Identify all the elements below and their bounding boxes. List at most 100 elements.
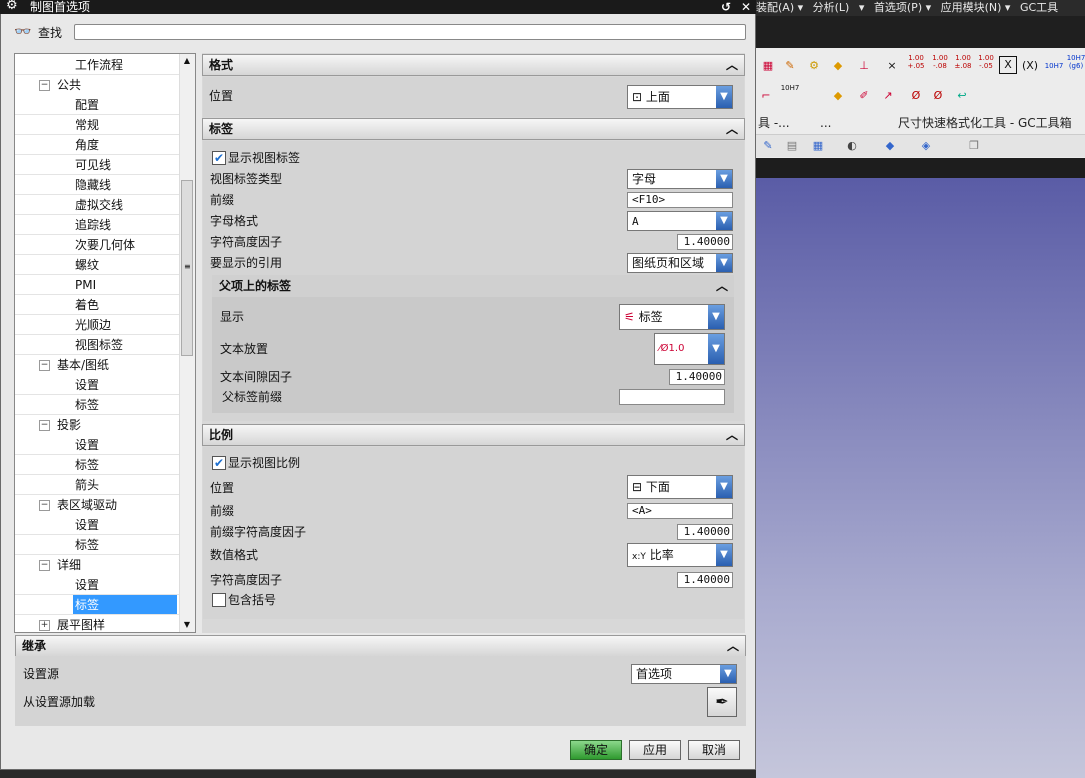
chevron-down-icon[interactable]: ▼ [708, 305, 724, 329]
shade-icon[interactable]: ◐ [842, 136, 862, 156]
chevron-down-icon[interactable]: ▼ [720, 665, 736, 683]
edit-table-icon[interactable]: ✎ [780, 56, 800, 76]
tree-scrollbar[interactable]: ▲ ≡ ▼ [179, 54, 195, 632]
tree-item[interactable]: 追踪线 [73, 215, 113, 235]
settings-source-dropdown[interactable]: 首选项 ▼ [631, 664, 737, 684]
copy-icon[interactable]: ❐ [964, 136, 984, 156]
tree-item[interactable]: 次要几何体 [73, 235, 137, 255]
label-type-dropdown[interactable]: 字母 ▼ [627, 169, 733, 189]
tree-item[interactable]: − 公共 [39, 75, 83, 95]
collapse-tree-icon[interactable]: − [39, 560, 50, 571]
format-3-icon[interactable]: 1.00 ±.08 [953, 54, 973, 74]
paren-x-icon[interactable]: (X) [1020, 56, 1040, 76]
fit-3-icon[interactable]: 10H7 [780, 84, 800, 104]
tree-item[interactable]: − 投影 [39, 415, 83, 435]
table-icon[interactable]: ▦ [758, 56, 778, 76]
tree-item[interactable]: 标签 [73, 595, 177, 615]
menu-preferences[interactable]: 首选项(P) ▾ [874, 1, 931, 14]
scale-char-height-input[interactable]: 1.40000 [677, 572, 733, 588]
tree-item[interactable]: − 详细 [39, 555, 83, 575]
tree-item[interactable]: 着色 [73, 295, 101, 315]
datum-icon[interactable]: ⊥ [854, 56, 874, 76]
chevron-down-icon[interactable]: ▼ [716, 544, 732, 566]
parts-icon[interactable]: ◆ [828, 56, 848, 76]
tree-item[interactable]: 标签 [73, 395, 101, 415]
tree-item[interactable]: 工作流程 [73, 55, 125, 75]
pencil-icon[interactable]: ✐ [854, 86, 874, 106]
cancel-button[interactable]: 取消 [688, 740, 740, 760]
format-2-icon[interactable]: 1.00 -.08 [930, 54, 950, 74]
layer-icon[interactable]: ▤ [782, 136, 802, 156]
collapse-tree-icon[interactable]: − [39, 500, 50, 511]
include-brackets-checkbox[interactable] [212, 593, 226, 607]
tree-item[interactable]: − 基本/图纸 [39, 355, 111, 375]
display-dropdown[interactable]: ⚟ 标签 ▼ [619, 304, 725, 330]
tool-icon[interactable]: ⌐ [756, 86, 776, 106]
prefix-input[interactable]: <F10> [627, 192, 733, 208]
fit-1-icon[interactable]: 10H7 [1044, 56, 1064, 76]
grid-icon[interactable]: ▦ [808, 136, 828, 156]
collapse-tree-icon[interactable]: − [39, 360, 50, 371]
tree-item[interactable]: 标签 [73, 535, 101, 555]
close-icon[interactable]: ✕ [738, 0, 754, 14]
search-input[interactable] [74, 24, 746, 40]
scale-section-header[interactable]: 比例 ︿ [202, 424, 745, 446]
group-icon[interactable]: ⚙ [804, 56, 824, 76]
char-height-input[interactable]: 1.40000 [677, 234, 733, 250]
label-section-header[interactable]: 标签 ︿ [202, 118, 745, 140]
diameter-strike-icon[interactable]: Ø [928, 86, 948, 106]
collapse-tree-icon[interactable]: − [39, 80, 50, 91]
letter-format-dropdown[interactable]: A ▼ [627, 211, 733, 231]
tree-item[interactable]: 螺纹 [73, 255, 101, 275]
collapse-icon[interactable]: ︿ [726, 119, 738, 139]
tree-item[interactable]: 标签 [73, 455, 101, 475]
collapse-tree-icon[interactable]: − [39, 420, 50, 431]
tree-item[interactable]: 光顺边 [73, 315, 113, 335]
inherit-section-header[interactable]: 继承 ︿ [15, 635, 746, 657]
tree-item[interactable]: 设置 [73, 435, 101, 455]
show-view-label-checkbox[interactable]: ✔ [212, 151, 226, 165]
text-placement-dropdown[interactable]: ⁄Ø1.0 ▼ [654, 333, 725, 365]
parent-prefix-input[interactable] [619, 389, 725, 405]
chevron-down-icon[interactable]: ▼ [716, 476, 732, 498]
fit-2-icon[interactable]: 10H7 (g6) [1066, 54, 1085, 74]
parent-label-header[interactable]: 父项上的标签 ︿ [212, 275, 734, 297]
format-position-dropdown[interactable]: ⊡ 上面 ▼ [627, 85, 733, 109]
menu-application[interactable]: 应用模块(N) ▾ [941, 1, 1011, 14]
collapse-icon[interactable]: ︿ [726, 55, 738, 75]
expand-icon[interactable]: + [39, 620, 50, 631]
tree-item[interactable]: 常规 [73, 115, 101, 135]
apply-button[interactable]: 应用 [629, 740, 681, 760]
prefix-height-input[interactable]: 1.40000 [677, 524, 733, 540]
menu-dropdown[interactable]: ▾ [859, 1, 865, 14]
load-from-source-button[interactable]: ✒ [707, 687, 737, 717]
scale-prefix-input[interactable]: <A> [627, 503, 733, 519]
view-icon[interactable]: ◈ [916, 136, 936, 156]
tree-item[interactable]: 设置 [73, 575, 101, 595]
collapse-icon[interactable]: ︿ [716, 275, 728, 297]
tree-item[interactable]: 可见线 [73, 155, 113, 175]
collapse-icon[interactable]: ︿ [727, 636, 739, 656]
scale-position-dropdown[interactable]: ⊟ 下面 ▼ [627, 475, 733, 499]
tree-item[interactable]: 配置 [73, 95, 101, 115]
tree-item[interactable]: PMI [73, 275, 98, 295]
tree-item[interactable]: 视图标签 [73, 335, 125, 355]
menu-analysis[interactable]: 分析(L) [813, 1, 850, 14]
cube-icon[interactable]: ◆ [880, 136, 900, 156]
num-format-dropdown[interactable]: x:Y 比率 ▼ [627, 543, 733, 567]
graphics-viewport[interactable] [756, 178, 1085, 778]
tree-item[interactable]: 设置 [73, 515, 101, 535]
show-view-scale-checkbox[interactable]: ✔ [212, 456, 226, 470]
scroll-down-icon[interactable]: ▼ [180, 618, 194, 632]
chevron-down-icon[interactable]: ▼ [716, 170, 732, 188]
menu-gc-tools[interactable]: GC工具 [1020, 1, 1058, 14]
boxed-x-icon[interactable]: X [999, 56, 1017, 74]
ref-dropdown[interactable]: 图纸页和区域 ▼ [627, 253, 733, 273]
chevron-down-icon[interactable]: ▼ [708, 334, 724, 364]
format-4-icon[interactable]: 1.00 -.05 [976, 54, 996, 74]
collapse-icon[interactable]: ︿ [726, 425, 738, 445]
format-1-icon[interactable]: 1.00 +.05 [906, 54, 926, 74]
refresh-icon[interactable]: ↩ [952, 86, 972, 106]
ok-button[interactable]: 确定 [570, 740, 622, 760]
text-gap-input[interactable]: 1.40000 [669, 369, 725, 385]
